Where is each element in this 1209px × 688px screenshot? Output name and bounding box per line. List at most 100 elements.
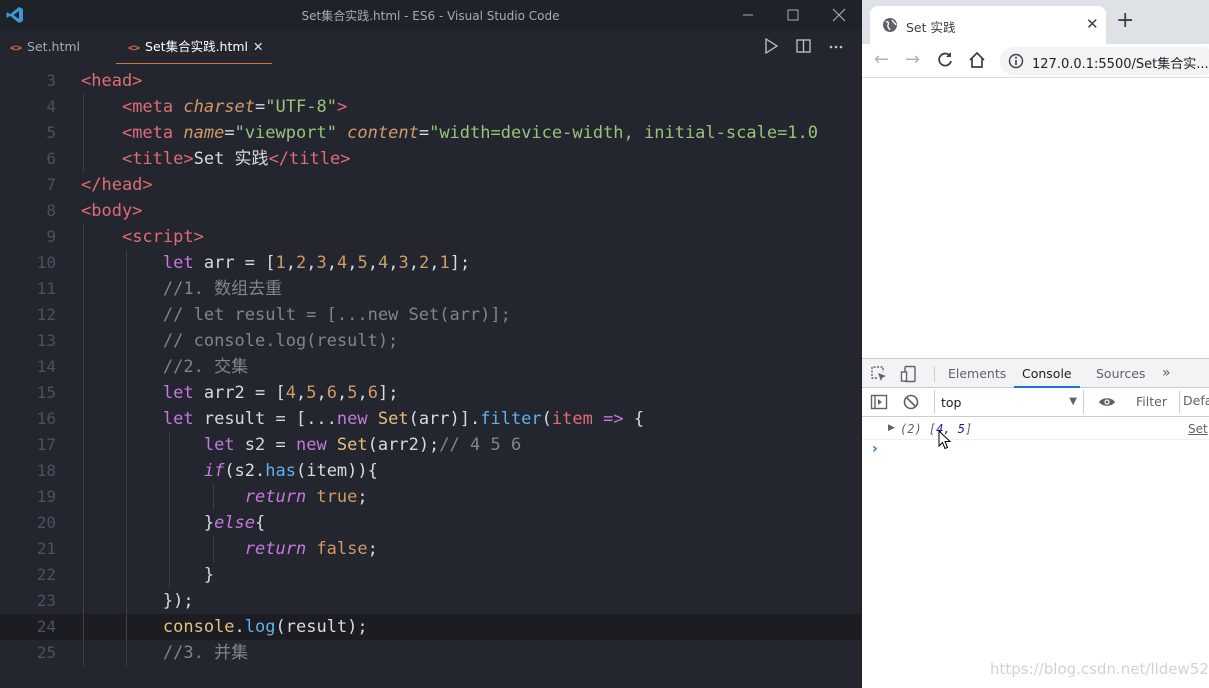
line-number: 5 xyxy=(46,123,56,142)
code-token: if xyxy=(203,461,225,481)
code-token: ]; xyxy=(449,253,471,273)
tab-sources[interactable]: Sources xyxy=(1096,359,1145,388)
maximize-icon[interactable] xyxy=(778,3,808,27)
filter-input[interactable]: Filter xyxy=(1132,391,1180,413)
clear-console-icon[interactable] xyxy=(902,393,920,411)
code-token: "viewport" xyxy=(234,123,348,143)
code-line[interactable]: 25 //3. 并集 xyxy=(0,640,861,666)
minimize-icon[interactable] xyxy=(733,3,763,27)
code-line[interactable]: 9 <script> xyxy=(0,224,861,250)
code-line[interactable]: 6 <title>Set 实践</title> xyxy=(0,146,861,172)
code-line[interactable]: 14 //2. 交集 xyxy=(0,354,861,380)
code-line[interactable]: 21 return false; xyxy=(0,536,861,562)
browser-tab[interactable]: Set 实践 ✕ xyxy=(870,6,1106,44)
eye-icon[interactable] xyxy=(1098,393,1116,411)
code-token: 5 xyxy=(306,383,317,403)
code-token: , xyxy=(326,253,337,273)
close-icon[interactable]: ✕ xyxy=(1086,15,1099,33)
globe-icon xyxy=(883,18,897,32)
address-bar[interactable]: 127.0.0.1:5500/Set集合实... xyxy=(1000,47,1209,75)
code-line[interactable]: 4 <meta charset="UTF-8"> xyxy=(0,94,861,120)
sidebar-toggle-icon[interactable] xyxy=(870,393,888,411)
code-line[interactable]: 19 return true; xyxy=(0,484,861,510)
page-content xyxy=(862,78,1209,358)
code-token: 2 xyxy=(419,253,430,273)
line-number: 17 xyxy=(36,435,56,454)
tab-elements[interactable]: Elements xyxy=(948,359,1006,388)
code-line[interactable]: 18 if(s2.has(item)){ xyxy=(0,458,861,484)
inspect-icon[interactable] xyxy=(870,365,888,383)
code-token: let xyxy=(162,383,204,403)
console-toolbar: top ▼ Filter Defa xyxy=(862,388,1209,417)
chevron-more-icon[interactable]: » xyxy=(1162,359,1171,388)
code-token: filter xyxy=(480,409,542,429)
code-text: return true; xyxy=(81,484,368,510)
code-line[interactable]: 23 }); xyxy=(0,588,861,614)
close-icon[interactable]: ✕ xyxy=(253,39,263,54)
tab-label: Set集合实践.html xyxy=(145,39,249,54)
code-token: let xyxy=(203,435,245,455)
forward-icon[interactable]: → xyxy=(905,49,920,71)
code-text: }else{ xyxy=(81,510,265,536)
code-line[interactable]: 22 } xyxy=(0,562,861,588)
browser-window: Set 实践 ✕ + ← → 127.0.0.1:5500/Set集合实... xyxy=(862,0,1209,688)
code-line[interactable]: 24 console.log(result); xyxy=(0,614,861,640)
run-icon[interactable] xyxy=(764,38,778,54)
home-icon[interactable] xyxy=(968,49,986,71)
code-line[interactable]: 13 // console.log(result); xyxy=(0,328,861,354)
tab-set-practice-html[interactable]: <> Set集合实践.html ✕ xyxy=(116,30,272,64)
code-token: , xyxy=(285,253,296,273)
code-token: 6 xyxy=(326,383,337,403)
info-icon[interactable] xyxy=(1008,53,1024,69)
expand-triangle-icon[interactable]: ▶ xyxy=(888,423,895,433)
code-token: "width=device-width, initial-scale=1.0 xyxy=(429,123,819,143)
vscode-window: Set集合实践.html - ES6 - Visual Studio Code … xyxy=(0,0,861,688)
back-icon[interactable]: ← xyxy=(874,49,889,71)
code-line[interactable]: 12 // let result = [...new Set(arr)]; xyxy=(0,302,861,328)
console-prompt[interactable]: › xyxy=(872,441,878,457)
code-line[interactable]: 17 let s2 = new Set(arr2);// 4 5 6 xyxy=(0,432,861,458)
context-selector[interactable]: top ▼ xyxy=(934,390,1084,414)
code-text: let arr = [1,2,3,4,5,4,3,2,1]; xyxy=(81,250,470,276)
code-line[interactable]: 8 <body> xyxy=(0,198,861,224)
code-line[interactable]: 11 //1. 数组去重 xyxy=(0,276,861,302)
close-window-icon[interactable] xyxy=(824,3,854,27)
code-line[interactable]: 16 let result = [...new Set(arr)].filter… xyxy=(0,406,861,432)
code-text: <head> xyxy=(81,68,142,94)
code-token: , xyxy=(357,383,368,403)
code-line[interactable]: 15 let arr2 = [4,5,6,5,6]; xyxy=(0,380,861,406)
code-token: , xyxy=(367,253,378,273)
code-line[interactable]: 7 </head> xyxy=(0,172,861,198)
code-text: //1. 数组去重 xyxy=(81,276,282,302)
code-token: result = [... xyxy=(203,409,337,429)
watermark: https://blog.csdn.net/lldew521 xyxy=(990,660,1209,678)
code-token: return xyxy=(244,539,317,559)
tab-console[interactable]: Console xyxy=(1014,359,1080,388)
default-levels-dropdown[interactable]: Defa xyxy=(1183,393,1209,408)
console-source-link[interactable]: Set xyxy=(1188,422,1208,436)
code-text: console.log(result); xyxy=(81,614,368,640)
code-line[interactable]: 5 <meta name="viewport" content="width=d… xyxy=(0,120,861,146)
code-token: 5 xyxy=(347,383,358,403)
tab-set-html[interactable]: <> Set.html xyxy=(10,30,80,64)
code-line[interactable]: 3 <head> xyxy=(0,68,861,94)
line-number: 23 xyxy=(36,591,56,610)
new-tab-icon[interactable]: + xyxy=(1116,10,1134,32)
split-editor-icon[interactable] xyxy=(796,38,811,54)
more-icon[interactable] xyxy=(828,38,844,54)
reload-icon[interactable] xyxy=(936,49,954,71)
code-token: log xyxy=(244,617,276,637)
code-editor[interactable]: 3 <head> 4 <meta charset="UTF-8"> 5 <meta n… xyxy=(0,64,861,688)
code-text: <meta charset="UTF-8"> xyxy=(81,94,347,120)
console-message[interactable]: ▶ (2) [4, 5] Set xyxy=(862,418,1209,440)
code-line[interactable]: 20 }else{ xyxy=(0,510,861,536)
code-line[interactable]: 10 let arr = [1,2,3,4,5,4,3,2,1]; xyxy=(0,250,861,276)
device-toolbar-icon[interactable] xyxy=(900,365,918,383)
